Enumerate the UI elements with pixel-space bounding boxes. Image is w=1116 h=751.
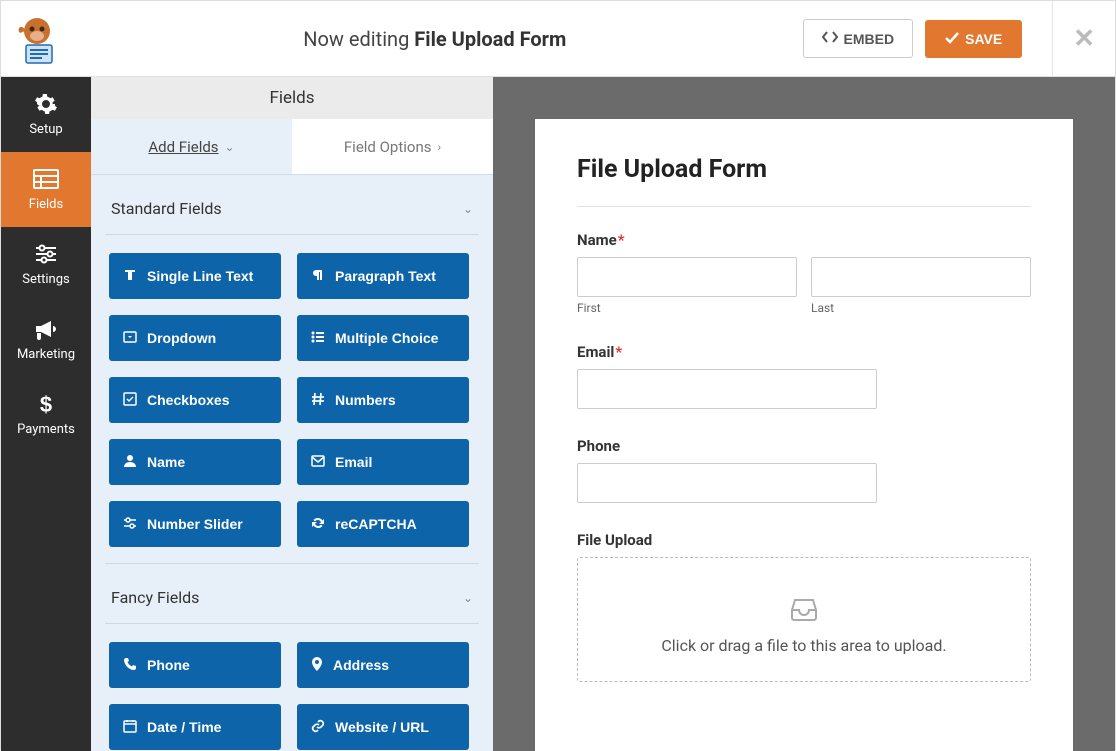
chevron-down-icon: ⌄ (225, 140, 235, 154)
field-single-line-text[interactable]: Single Line Text (109, 253, 281, 299)
tab-add-fields[interactable]: Add Fields ⌄ (91, 119, 292, 174)
slider-icon (123, 516, 137, 533)
envelope-icon (311, 454, 325, 470)
chevron-down-icon: ⌄ (463, 202, 473, 216)
sliders-icon (33, 242, 59, 266)
divider (105, 623, 479, 624)
sidebar-label: Setup (29, 122, 62, 137)
check-square-icon (123, 392, 137, 409)
form-field-email: Email* (577, 343, 1031, 409)
first-name-input[interactable] (577, 257, 797, 297)
field-phone[interactable]: Phone (109, 642, 281, 688)
field-address[interactable]: Address (297, 642, 469, 688)
phone-label: Phone (577, 437, 1031, 455)
panel-title: Fields (91, 77, 493, 119)
sidebar-item-fields[interactable]: Fields (1, 152, 91, 227)
bullhorn-icon (33, 317, 59, 341)
form-field-name: Name* First Last (577, 231, 1031, 315)
svg-text:$: $ (40, 392, 52, 416)
form-icon (33, 167, 59, 191)
text-icon (123, 268, 137, 285)
inbox-icon (598, 594, 1010, 622)
sidebar-label: Settings (22, 272, 69, 287)
sidebar-item-setup[interactable]: Setup (1, 77, 91, 152)
field-email[interactable]: Email (297, 439, 469, 485)
section-fancy-fields[interactable]: Fancy Fields ⌄ (105, 564, 479, 623)
name-label: Name* (577, 231, 1031, 249)
dropzone-text: Click or drag a file to this area to upl… (598, 636, 1010, 655)
upload-label: File Upload (577, 531, 1031, 549)
sidebar-item-settings[interactable]: Settings (1, 227, 91, 302)
field-dropdown[interactable]: Dropdown (109, 315, 281, 361)
form-field-upload: File Upload Click or drag a file to this… (577, 531, 1031, 682)
field-checkboxes[interactable]: Checkboxes (109, 377, 281, 423)
sidebar-label: Marketing (17, 347, 75, 362)
close-icon[interactable]: ✕ (1052, 1, 1095, 77)
user-icon (123, 454, 137, 471)
calendar-icon (123, 719, 137, 736)
form-title: File Upload Form (577, 155, 1031, 207)
phone-input[interactable] (577, 463, 877, 503)
caret-down-icon (123, 330, 137, 347)
field-website-url[interactable]: Website / URL (297, 704, 469, 750)
app-logo (7, 9, 67, 69)
sidebar-label: Fields (29, 197, 63, 212)
link-icon (311, 719, 325, 736)
hash-icon (311, 392, 325, 409)
gear-icon (33, 92, 59, 116)
divider (105, 234, 479, 235)
form-card: File Upload Form Name* First Last Email* (535, 119, 1073, 751)
last-name-input[interactable] (811, 257, 1031, 297)
pin-icon (311, 657, 323, 674)
field-multiple-choice[interactable]: Multiple Choice (297, 315, 469, 361)
code-icon (822, 30, 838, 47)
embed-button[interactable]: EMBED (803, 19, 914, 58)
fields-panel: Fields Add Fields ⌄ Field Options › Stan… (91, 77, 493, 751)
field-name[interactable]: Name (109, 439, 281, 485)
list-icon (311, 330, 325, 347)
chevron-right-icon: › (438, 140, 442, 154)
field-number-slider[interactable]: Number Slider (109, 501, 281, 547)
save-button[interactable]: SAVE (925, 20, 1022, 58)
sidebar-label: Payments (17, 422, 75, 437)
paragraph-icon (311, 268, 325, 285)
dollar-icon: $ (33, 392, 59, 416)
sidebar-item-payments[interactable]: $ Payments (1, 377, 91, 452)
tab-field-options[interactable]: Field Options › (292, 119, 493, 174)
form-field-phone: Phone (577, 437, 1031, 503)
last-sublabel: Last (811, 301, 1031, 315)
field-recaptcha[interactable]: reCAPTCHA (297, 501, 469, 547)
file-dropzone[interactable]: Click or drag a file to this area to upl… (577, 557, 1031, 682)
sidebar: Setup Fields Settings Marketing $ Paymen… (1, 77, 91, 751)
recaptcha-icon (311, 516, 325, 533)
section-standard-fields[interactable]: Standard Fields ⌄ (105, 175, 479, 234)
email-label: Email* (577, 343, 1031, 361)
field-numbers[interactable]: Numbers (297, 377, 469, 423)
chevron-down-icon: ⌄ (463, 591, 473, 605)
field-paragraph-text[interactable]: Paragraph Text (297, 253, 469, 299)
phone-icon (123, 657, 137, 674)
page-title: Now editing File Upload Form (67, 27, 803, 51)
sidebar-item-marketing[interactable]: Marketing (1, 302, 91, 377)
field-date-time[interactable]: Date / Time (109, 704, 281, 750)
form-preview: File Upload Form Name* First Last Email* (493, 77, 1115, 751)
check-icon (945, 31, 959, 47)
email-input[interactable] (577, 369, 877, 409)
first-sublabel: First (577, 301, 797, 315)
